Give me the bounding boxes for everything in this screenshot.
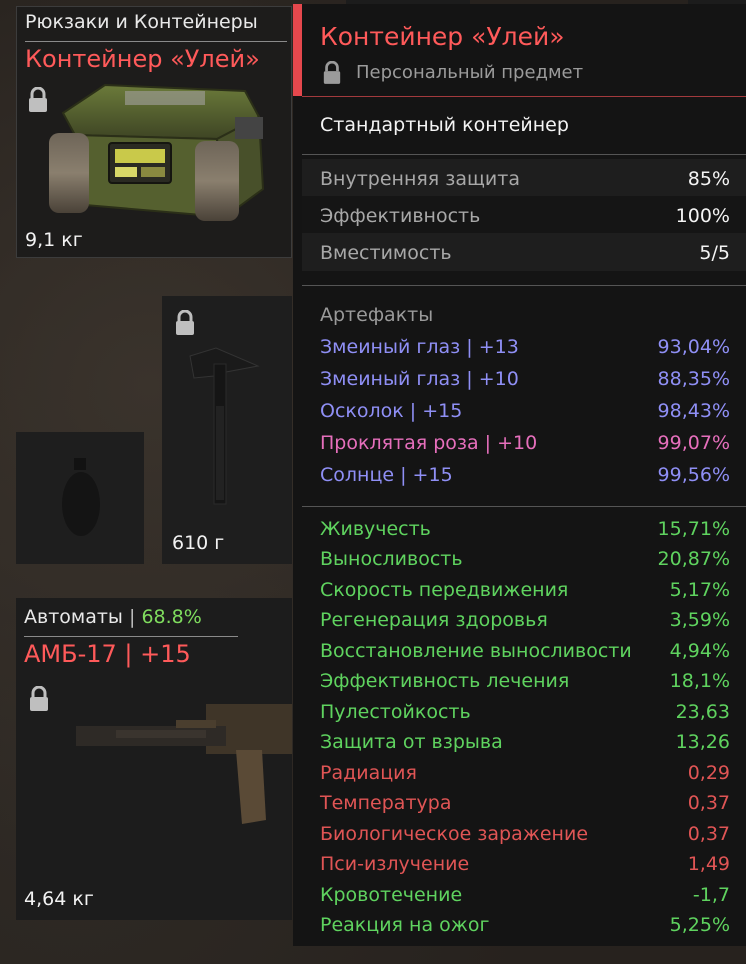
artifacts-header: Артефакты bbox=[320, 304, 434, 326]
tooltip-title: Контейнер «Улей» bbox=[320, 22, 565, 51]
effect-label: Пси-излучение bbox=[320, 853, 470, 875]
rifle-image bbox=[76, 704, 292, 824]
effect-row: Выносливость 20,87% bbox=[320, 548, 730, 570]
effect-value: 18,1% bbox=[669, 670, 730, 692]
effect-value: 5,17% bbox=[669, 579, 730, 601]
effect-row: Скорость передвижения 5,17% bbox=[320, 579, 730, 601]
effect-value: 0,29 bbox=[687, 762, 730, 784]
effect-label: Восстановление выносливости bbox=[320, 640, 632, 662]
artifact-row: Проклятая роза | +10 99,07% bbox=[320, 432, 730, 454]
effect-value: 4,94% bbox=[669, 640, 730, 662]
category-divider bbox=[25, 41, 287, 42]
container-image bbox=[49, 83, 265, 221]
stat-value: 100% bbox=[675, 205, 730, 227]
inventory-slot-container[interactable]: Рюкзаки и Контейнеры Контейнер «Улей» 9,… bbox=[16, 6, 292, 258]
effect-value: 5,25% bbox=[669, 914, 730, 936]
item-name: Контейнер «Улей» bbox=[25, 45, 260, 73]
effect-label: Живучесть bbox=[320, 518, 431, 540]
effect-value: 23,63 bbox=[675, 701, 730, 723]
axe-image bbox=[189, 347, 260, 505]
effect-value: 1,49 bbox=[687, 853, 730, 875]
effect-label: Радиация bbox=[320, 762, 417, 784]
effect-row: Регенерация здоровья 3,59% bbox=[320, 609, 730, 631]
effect-row: Защита от взрыва 13,26 bbox=[320, 731, 730, 753]
artifact-value: 93,04% bbox=[657, 336, 730, 358]
effect-row: Реакция на ожог 5,25% bbox=[320, 914, 730, 936]
effect-label: Биологическое заражение bbox=[320, 823, 589, 845]
effect-label: Регенерация здоровья bbox=[320, 609, 548, 631]
grenade-image bbox=[62, 458, 100, 536]
effect-value: 20,87% bbox=[657, 548, 730, 570]
artifact-name: Осколок | +15 bbox=[320, 400, 463, 422]
effect-label: Защита от взрыва bbox=[320, 731, 503, 753]
divider bbox=[302, 285, 746, 286]
effect-row: Биологическое заражение 0,37 bbox=[320, 823, 730, 845]
effect-label: Реакция на ожог bbox=[320, 914, 490, 936]
stat-value: 5/5 bbox=[699, 242, 730, 264]
item-name: АМБ-17 | +15 bbox=[24, 640, 191, 668]
item-category: Автоматы | 68.8% bbox=[24, 606, 202, 628]
divider bbox=[302, 96, 746, 97]
lock-icon bbox=[30, 686, 48, 711]
effect-label: Эффективность лечения bbox=[320, 670, 570, 692]
item-weight: 9,1 кг bbox=[25, 229, 83, 251]
artifact-row: Осколок | +15 98,43% bbox=[320, 400, 730, 422]
artifact-value: 98,43% bbox=[657, 400, 730, 422]
item-category: Рюкзаки и Контейнеры bbox=[25, 11, 258, 33]
effect-row: Кровотечение -1,7 bbox=[320, 884, 730, 906]
inventory-slot-axe[interactable]: 610 г bbox=[162, 296, 292, 564]
divider bbox=[302, 154, 746, 155]
effect-row: Восстановление выносливости 4,94% bbox=[320, 640, 730, 662]
effect-label: Температура bbox=[320, 792, 452, 814]
category-divider bbox=[24, 636, 238, 637]
effect-label: Скорость передвижения bbox=[320, 579, 569, 601]
effect-row: Пси-излучение 1,49 bbox=[320, 853, 730, 875]
artifact-name: Солнце | +15 bbox=[320, 464, 453, 486]
artifact-value: 88,35% bbox=[657, 368, 730, 390]
item-weight: 610 г bbox=[172, 532, 225, 554]
inventory-slot-grenade[interactable] bbox=[16, 432, 144, 564]
artifact-value: 99,07% bbox=[657, 432, 730, 454]
effect-label: Выносливость bbox=[320, 548, 463, 570]
stat-label: Внутренняя защита bbox=[320, 168, 520, 190]
category-separator: | bbox=[128, 606, 136, 628]
effect-row: Живучесть 15,71% bbox=[320, 518, 730, 540]
stat-row: Внутренняя защита 85% bbox=[320, 168, 730, 190]
artifact-name: Змеиный глаз | +10 bbox=[320, 368, 519, 390]
inventory-slot-rifle[interactable]: Автоматы | 68.8% АМБ-17 | +15 4,64 кг bbox=[16, 598, 292, 920]
item-category-name: Автоматы bbox=[24, 606, 123, 628]
effect-value: 0,37 bbox=[687, 823, 730, 845]
artifact-value: 99,56% bbox=[657, 464, 730, 486]
item-weight: 4,64 кг bbox=[24, 888, 94, 910]
tooltip-subtitle: Персональный предмет bbox=[356, 62, 584, 83]
lock-icon bbox=[176, 310, 194, 335]
stat-row: Эффективность 100% bbox=[320, 205, 730, 227]
stat-label: Вместимость bbox=[320, 242, 452, 264]
effect-value: 0,37 bbox=[687, 792, 730, 814]
artifact-name: Проклятая роза | +10 bbox=[320, 432, 538, 454]
artifact-row: Змеиный глаз | +10 88,35% bbox=[320, 368, 730, 390]
effect-row: Температура 0,37 bbox=[320, 792, 730, 814]
divider bbox=[302, 506, 746, 507]
artifact-name: Змеиный глаз | +13 bbox=[320, 336, 519, 358]
effect-value: 13,26 bbox=[675, 731, 730, 753]
item-tooltip: Контейнер «Улей» Персональный предмет Ст… bbox=[293, 4, 746, 946]
lock-icon bbox=[323, 61, 341, 84]
stat-value: 85% bbox=[687, 168, 730, 190]
effect-label: Пулестойкость bbox=[320, 701, 471, 723]
item-type: Стандартный контейнер bbox=[320, 114, 569, 136]
effect-value: -1,7 bbox=[692, 884, 730, 906]
item-condition: 68.8% bbox=[141, 606, 202, 628]
stat-label: Эффективность bbox=[320, 205, 481, 227]
effect-row: Пулестойкость 23,63 bbox=[320, 701, 730, 723]
effect-row: Эффективность лечения 18,1% bbox=[320, 670, 730, 692]
artifact-row: Змеиный глаз | +13 93,04% bbox=[320, 336, 730, 358]
effect-label: Кровотечение bbox=[320, 884, 463, 906]
effect-value: 15,71% bbox=[657, 518, 730, 540]
effect-value: 3,59% bbox=[669, 609, 730, 631]
effect-row: Радиация 0,29 bbox=[320, 762, 730, 784]
tooltip-accent-bar bbox=[293, 4, 302, 96]
stat-row: Вместимость 5/5 bbox=[320, 242, 730, 264]
artifact-row: Солнце | +15 99,56% bbox=[320, 464, 730, 486]
